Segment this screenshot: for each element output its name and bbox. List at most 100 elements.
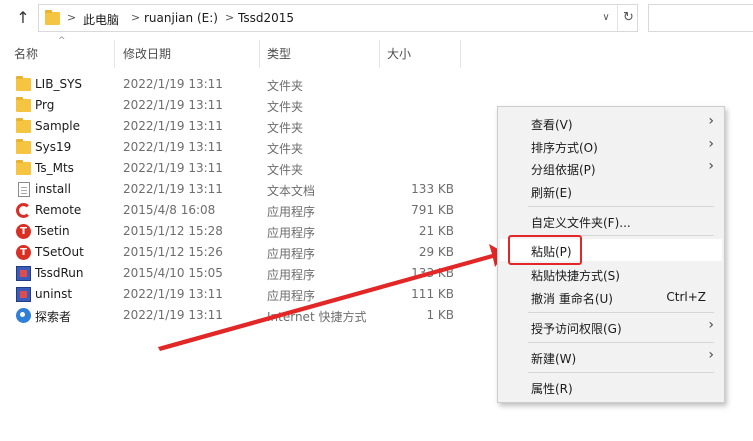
breadcrumb-this-pc[interactable]: 此电脑	[83, 11, 119, 28]
list-item[interactable]: 探索者 2022/1/19 13:11 Internet 快捷方式 1 KB	[0, 305, 470, 326]
list-item[interactable]: T TSetOut 2015/1/12 15:26 应用程序 29 KB	[0, 242, 470, 263]
menu-item-customize-folder[interactable]: 自定义文件夹(F)...	[500, 210, 722, 232]
column-divider[interactable]	[379, 40, 380, 68]
file-type: 应用程序	[267, 226, 316, 240]
folder-icon	[16, 97, 31, 113]
list-item[interactable]: Prg 2022/1/19 13:11 文件夹	[0, 95, 470, 116]
menu-item-label: 属性(R)	[531, 382, 573, 396]
breadcrumb-separator: >	[67, 11, 77, 24]
menu-item-label: 撤消 重命名(U)	[531, 292, 613, 306]
file-name: Sys19	[35, 140, 72, 154]
app-t-icon: T	[16, 224, 31, 239]
list-item[interactable]: LIB_SYS 2022/1/19 13:11 文件夹	[0, 74, 470, 95]
menu-item-label: 刷新(E)	[531, 186, 572, 200]
file-type: 文件夹	[267, 121, 304, 135]
breadcrumb-separator: >	[131, 11, 141, 24]
list-item[interactable]: TssdRun 2015/4/10 15:05 应用程序 133 KB	[0, 263, 470, 284]
column-divider[interactable]	[460, 40, 461, 68]
address-bar[interactable]: > 此电脑 > ruanjian (E:) > Tssd2015 ∨ ↻	[38, 4, 638, 32]
menu-item-undo-rename[interactable]: 撤消 重命名(U) Ctrl+Z	[500, 286, 722, 308]
app-logo-icon	[16, 203, 31, 218]
file-date: 2022/1/19 13:11	[123, 119, 223, 133]
list-item[interactable]: Sys19 2022/1/19 13:11 文件夹	[0, 137, 470, 158]
file-name: LIB_SYS	[35, 77, 83, 91]
app-t-icon: T	[16, 245, 31, 260]
menu-separator	[528, 342, 714, 343]
menu-item-new[interactable]: 新建(W) ›	[500, 346, 722, 368]
file-size: 29 KB	[418, 245, 454, 259]
file-type: 文件夹	[267, 100, 304, 114]
file-size: 21 KB	[418, 224, 454, 238]
file-name: uninst	[35, 287, 73, 301]
file-size: 133 KB	[411, 182, 454, 196]
folder-icon	[16, 118, 31, 134]
list-item[interactable]: Remote 2015/4/8 16:08 应用程序 791 KB	[0, 200, 470, 221]
file-name: Remote	[35, 203, 82, 217]
file-type: 文本文档	[267, 184, 316, 198]
menu-item-label: 分组依据(P)	[531, 163, 596, 177]
folder-icon	[45, 10, 61, 25]
menu-item-sort-by[interactable]: 排序方式(O) ›	[500, 135, 722, 157]
file-type: Internet 快捷方式	[267, 310, 367, 324]
file-type: 应用程序	[267, 268, 316, 282]
list-item[interactable]: Ts_Mts 2022/1/19 13:11 文件夹	[0, 158, 470, 179]
menu-item-label: 自定义文件夹(F)...	[531, 216, 631, 230]
breadcrumb-drive[interactable]: ruanjian (E:)	[144, 11, 218, 25]
file-size: 1 KB	[426, 308, 454, 322]
file-date: 2015/4/8 16:08	[123, 203, 216, 217]
column-divider[interactable]	[114, 40, 115, 68]
file-date: 2015/1/12 15:28	[123, 224, 223, 238]
address-history-dropdown-icon[interactable]: ∨	[595, 5, 617, 31]
internet-shortcut-icon	[16, 308, 31, 323]
column-header-name[interactable]: 名称	[14, 40, 38, 68]
text-document-icon	[16, 182, 31, 197]
list-item[interactable]: T Tsetin 2015/1/12 15:28 应用程序 21 KB	[0, 221, 470, 242]
search-input[interactable]	[648, 4, 753, 32]
file-type: 文件夹	[267, 163, 304, 177]
file-size: 133 KB	[411, 266, 454, 280]
column-header-type[interactable]: 类型	[267, 40, 291, 68]
file-type: 应用程序	[267, 205, 316, 219]
menu-item-refresh[interactable]: 刷新(E)	[500, 180, 722, 202]
file-type: 应用程序	[267, 247, 316, 261]
menu-separator	[528, 372, 714, 373]
file-date: 2022/1/19 13:11	[123, 140, 223, 154]
folder-icon	[16, 76, 31, 92]
file-type: 应用程序	[267, 289, 316, 303]
list-item[interactable]: uninst 2022/1/19 13:11 应用程序 111 KB	[0, 284, 470, 305]
file-name: Tsetin	[35, 224, 70, 238]
column-header-size[interactable]: 大小	[387, 40, 411, 68]
list-item[interactable]: install 2022/1/19 13:11 文本文档 133 KB	[0, 179, 470, 200]
file-name: TssdRun	[35, 266, 84, 280]
menu-item-view[interactable]: 查看(V) ›	[500, 112, 722, 134]
menu-item-label: 新建(W)	[531, 352, 577, 366]
chevron-right-icon: ›	[708, 347, 714, 363]
file-size: 791 KB	[411, 203, 454, 217]
refresh-icon[interactable]: ↻	[617, 5, 639, 31]
paste-highlight-box	[508, 235, 582, 265]
menu-item-group-by[interactable]: 分组依据(P) ›	[500, 157, 722, 179]
breadcrumb-folder[interactable]: Tssd2015	[238, 11, 294, 25]
menu-item-properties[interactable]: 属性(R)	[500, 376, 722, 398]
menu-item-paste-shortcut[interactable]: 粘贴快捷方式(S)	[500, 263, 722, 285]
file-date: 2015/4/10 15:05	[123, 266, 223, 280]
list-item[interactable]: Sample 2022/1/19 13:11 文件夹	[0, 116, 470, 137]
folder-icon	[16, 139, 31, 155]
file-type: 文件夹	[267, 79, 304, 93]
address-toolbar: ↑ > 此电脑 > ruanjian (E:) > Tssd2015 ∨ ↻	[0, 0, 753, 36]
file-name: Sample	[35, 119, 80, 133]
file-date: 2022/1/19 13:11	[123, 287, 223, 301]
menu-separator	[528, 206, 714, 207]
up-arrow-icon[interactable]: ↑	[14, 8, 32, 28]
file-name: TSetOut	[35, 245, 84, 259]
column-header-date[interactable]: 修改日期	[123, 40, 171, 68]
column-divider[interactable]	[259, 40, 260, 68]
file-date: 2022/1/19 13:11	[123, 98, 223, 112]
file-date: 2022/1/19 13:11	[123, 77, 223, 91]
file-name: 探索者	[35, 310, 72, 324]
menu-item-label: 查看(V)	[531, 118, 573, 132]
file-size: 111 KB	[411, 287, 454, 301]
menu-item-give-access[interactable]: 授予访问权限(G) ›	[500, 316, 722, 338]
installer-icon	[16, 266, 31, 281]
menu-item-label: 粘贴快捷方式(S)	[531, 269, 620, 283]
